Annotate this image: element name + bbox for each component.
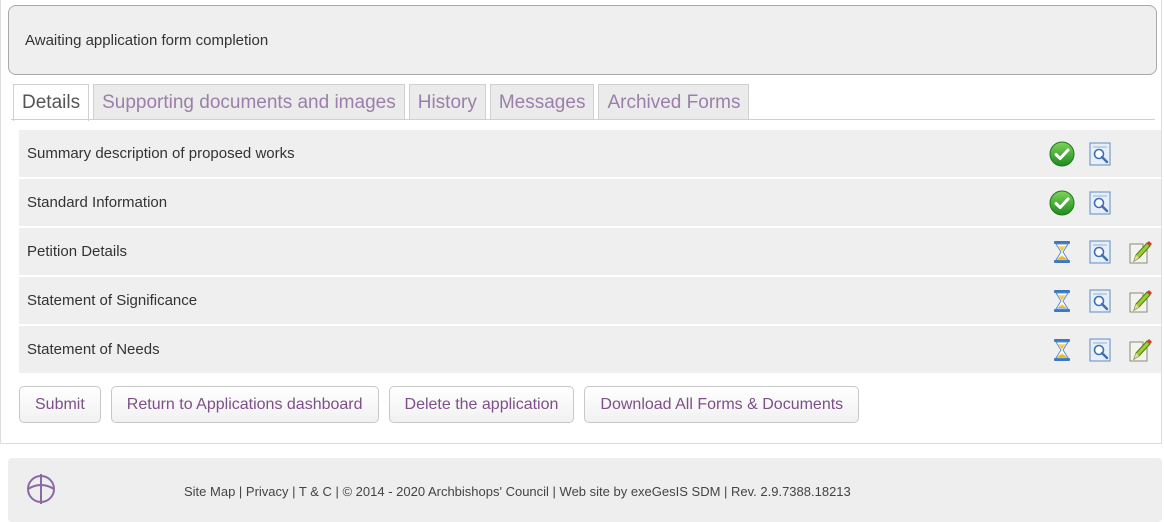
status-text: Awaiting application form completion	[25, 31, 269, 49]
tab-supporting-documents[interactable]: Supporting documents and images	[93, 84, 405, 120]
tab-details[interactable]: Details	[13, 84, 90, 121]
check-icon	[1049, 141, 1075, 167]
form-row-label: Summary description of proposed works	[27, 145, 295, 162]
tab-messages[interactable]: Messages	[489, 84, 595, 120]
row-actions	[1043, 277, 1161, 324]
return-to-dashboard-button[interactable]: Return to Applications dashboard	[110, 386, 379, 423]
action-buttons: Submit Return to Applications dashboard …	[19, 386, 869, 423]
hourglass-icon	[1054, 290, 1070, 312]
form-row-statement-of-significance: Statement of Significance	[19, 277, 1161, 324]
form-row-label: Statement of Significance	[27, 292, 198, 309]
footer-links-text[interactable]: Site Map | Privacy | T & C | © 2014 - 20…	[184, 484, 851, 499]
form-row-label: Statement of Needs	[27, 341, 160, 358]
status-banner: Awaiting application form completion	[8, 5, 1157, 75]
church-of-england-logo-icon[interactable]	[22, 470, 60, 508]
tab-archived-forms[interactable]: Archived Forms	[598, 84, 750, 120]
submit-button[interactable]: Submit	[19, 386, 101, 423]
form-row-label: Standard Information	[27, 194, 168, 211]
edit-icon[interactable]	[1127, 239, 1153, 265]
check-icon	[1049, 190, 1075, 216]
content-panel: Awaiting application form completion Det…	[0, 0, 1162, 444]
tab-bar: Details Supporting documents and images …	[13, 84, 753, 121]
forms-list: Summary description of proposed works St…	[19, 130, 1161, 375]
view-icon[interactable]	[1087, 288, 1113, 314]
hourglass-icon	[1054, 339, 1070, 361]
edit-icon[interactable]	[1127, 288, 1153, 314]
view-icon[interactable]	[1087, 239, 1113, 265]
view-icon[interactable]	[1087, 337, 1113, 363]
row-actions	[1043, 130, 1161, 177]
form-row-petition-details: Petition Details	[19, 228, 1161, 275]
tab-divider	[11, 119, 1155, 120]
view-icon[interactable]	[1087, 141, 1113, 167]
hourglass-icon	[1054, 241, 1070, 263]
delete-application-button[interactable]: Delete the application	[388, 386, 575, 423]
form-row-standard-information: Standard Information	[19, 179, 1161, 226]
form-row-statement-of-needs: Statement of Needs	[19, 326, 1161, 373]
row-actions	[1043, 179, 1161, 226]
download-all-button[interactable]: Download All Forms & Documents	[584, 386, 860, 423]
tab-history[interactable]: History	[408, 84, 486, 120]
view-icon[interactable]	[1087, 190, 1113, 216]
form-row-summary: Summary description of proposed works	[19, 130, 1161, 177]
row-actions	[1043, 326, 1161, 373]
form-row-label: Petition Details	[27, 243, 128, 260]
edit-icon[interactable]	[1127, 337, 1153, 363]
footer: Site Map | Privacy | T & C | © 2014 - 20…	[8, 458, 1162, 522]
row-actions	[1043, 228, 1161, 275]
